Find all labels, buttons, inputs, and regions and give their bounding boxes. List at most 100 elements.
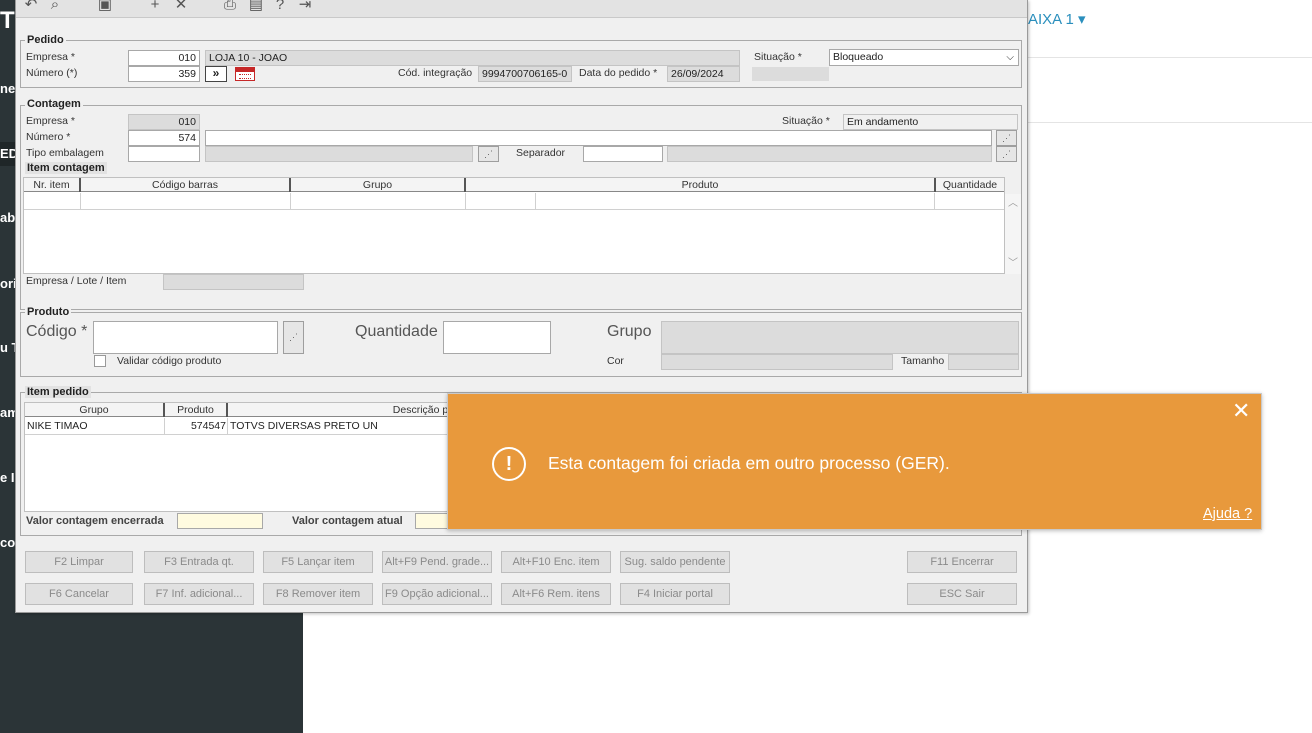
divider xyxy=(1028,122,1312,123)
item-contagem-legend: Item contagem xyxy=(25,162,107,174)
f2-limpar-button[interactable]: F2 Limpar xyxy=(25,551,133,573)
contagem-numero-input[interactable]: 574 xyxy=(128,130,200,146)
empresa-lote-item-value xyxy=(163,274,304,290)
pedido-situacao-select[interactable]: Bloqueado ⌵ xyxy=(829,49,1019,66)
background-logo: T xyxy=(0,7,15,34)
divider xyxy=(1028,57,1312,58)
close-icon[interactable]: ✕ xyxy=(172,0,190,14)
calendar-icon[interactable] xyxy=(235,67,255,81)
valor-encerrada-value xyxy=(177,513,263,529)
column-header[interactable]: Grupo xyxy=(291,178,466,192)
codigo-input[interactable] xyxy=(93,321,278,354)
column-header[interactable]: Produto xyxy=(466,178,936,192)
separador-label: Separador xyxy=(516,147,566,159)
add-icon[interactable]: + xyxy=(146,0,164,14)
pedido-empresa-name: LOJA 10 - JOAO xyxy=(205,50,740,66)
undo-icon[interactable]: ↶ xyxy=(22,0,40,14)
exit-icon[interactable]: ⇥ xyxy=(296,0,314,14)
status-indicator xyxy=(752,67,829,81)
item-contagem-grid: Nr. item Código barras Grupo Produto Qua… xyxy=(23,177,1021,274)
pedido-legend: Pedido xyxy=(25,34,66,46)
save-icon[interactable]: ▣ xyxy=(96,0,114,14)
f9-opcao-adicional-button[interactable]: F9 Opção adicional... xyxy=(382,583,492,605)
background-sidebar-item[interactable]: ab xyxy=(0,206,16,230)
item-pedido-header: Grupo Produto Descrição produto xyxy=(25,403,448,417)
empresa-lote-item-label: Empresa / Lote / Item xyxy=(26,275,127,287)
lookup-button[interactable]: ⋰ xyxy=(996,130,1017,146)
f7-inf-adicional-button[interactable]: F7 Inf. adicional... xyxy=(144,583,254,605)
tipo-embalagem-lookup-button[interactable]: ⋰ xyxy=(478,146,499,162)
background-sidebar-item[interactable]: u T xyxy=(0,336,16,360)
item-pedido-legend: Item pedido xyxy=(25,386,91,398)
contagem-situacao-label: Situação * xyxy=(782,115,830,127)
contagem-situacao-value: Em andamento xyxy=(843,114,1018,130)
separador-lookup-button[interactable]: ⋰ xyxy=(996,146,1017,162)
scroll-down-icon[interactable]: ﹀ xyxy=(1008,254,1018,269)
tipo-embalagem-input[interactable] xyxy=(128,146,200,162)
pedido-empresa-input[interactable]: 010 xyxy=(128,50,200,66)
background-sidebar-item[interactable]: ED xyxy=(0,142,16,166)
toast-message: Esta contagem foi criada em outro proces… xyxy=(548,453,950,473)
valor-encerrada-label: Valor contagem encerrada xyxy=(26,515,164,527)
f11-encerrar-button[interactable]: F11 Encerrar xyxy=(907,551,1017,573)
help-icon[interactable]: ? xyxy=(271,0,289,14)
item-contagem-header: Nr. item Código barras Grupo Produto Qua… xyxy=(24,178,1004,192)
background-sidebar-item[interactable]: ne xyxy=(0,77,16,101)
tamanho-label: Tamanho xyxy=(901,355,945,367)
codigo-label: Código * xyxy=(26,323,88,340)
background-sidebar-item[interactable]: ori xyxy=(0,272,16,296)
warning-toast: ! Esta contagem foi criada em outro proc… xyxy=(447,393,1262,530)
sug-saldo-button[interactable]: Sug. saldo pendente xyxy=(620,551,730,573)
cod-integracao-value: 9994700706165-0 xyxy=(478,66,572,82)
background-sidebar-item[interactable]: co xyxy=(0,531,16,555)
column-header[interactable]: Produto xyxy=(165,403,228,417)
row-produto: 574547 xyxy=(190,420,226,432)
validar-checkbox[interactable] xyxy=(94,355,106,367)
f6-cancelar-button[interactable]: F6 Cancelar xyxy=(25,583,133,605)
scrollbar[interactable]: ︿ ﹀ xyxy=(1005,194,1021,274)
toolbar: ↶ ⌕ ▣ + ✕ ⎙ ▤ ? ⇥ xyxy=(16,0,1027,18)
row-descricao: TOTVS DIVERSAS PRETO UN xyxy=(230,420,378,432)
f8-remover-button[interactable]: F8 Remover item xyxy=(263,583,373,605)
alt-f10-enc-item-button[interactable]: Alt+F10 Enc. item xyxy=(501,551,611,573)
column-header[interactable]: Descrição produto xyxy=(228,403,448,417)
close-icon[interactable]: ✕ xyxy=(1232,400,1250,422)
codigo-lookup-button[interactable]: ⋰ xyxy=(283,321,304,354)
row-grupo: NIKE TIMAO xyxy=(27,420,88,432)
background-sidebar-item[interactable]: am xyxy=(0,401,16,425)
separador-input[interactable] xyxy=(583,146,663,162)
column-header[interactable]: Nr. item xyxy=(24,178,81,192)
warning-icon: ! xyxy=(492,447,526,481)
alt-f9-pend-grade-button[interactable]: Alt+F9 Pend. grade... xyxy=(382,551,492,573)
column-header[interactable]: Quantidade xyxy=(936,178,1004,192)
table-row[interactable] xyxy=(24,193,1004,210)
scroll-up-icon[interactable]: ︿ xyxy=(1008,194,1018,209)
help-link[interactable]: Ajuda ? xyxy=(1203,506,1252,522)
column-header[interactable]: Código barras xyxy=(81,178,291,192)
caixa-dropdown-link[interactable]: AIXA 1 ▾ xyxy=(1028,10,1086,28)
pedido-situacao-value: Bloqueado xyxy=(833,51,884,63)
contagem-numero-label: Número * xyxy=(26,131,71,143)
alt-f6-rem-itens-button[interactable]: Alt+F6 Rem. itens xyxy=(501,583,611,605)
pedido-numero-label: Número (*) xyxy=(26,67,78,79)
f5-lancar-button[interactable]: F5 Lançar item xyxy=(263,551,373,573)
pedido-numero-input[interactable]: 359 xyxy=(128,66,200,82)
contagem-description-input[interactable] xyxy=(205,130,992,146)
search-icon[interactable]: ⌕ xyxy=(46,0,64,14)
table-row[interactable]: NIKE TIMAO 574547 TOTVS DIVERSAS PRETO U… xyxy=(25,418,448,435)
f3-entrada-button[interactable]: F3 Entrada qt. xyxy=(144,551,254,573)
column-header[interactable]: Grupo xyxy=(25,403,165,417)
archive-icon[interactable]: ▤ xyxy=(247,0,265,14)
cor-value xyxy=(661,354,893,370)
quantidade-input[interactable] xyxy=(443,321,551,354)
tipo-embalagem-label: Tipo embalagem xyxy=(26,147,104,159)
f4-iniciar-portal-button[interactable]: F4 Iniciar portal xyxy=(620,583,730,605)
esc-sair-button[interactable]: ESC Sair xyxy=(907,583,1017,605)
valor-atual-label: Valor contagem atual xyxy=(292,515,403,527)
background-sidebar-item[interactable]: e I xyxy=(0,466,16,490)
item-pedido-grid: Grupo Produto Descrição produto NIKE TIM… xyxy=(24,402,449,512)
grupo-value xyxy=(661,321,1019,354)
next-pedido-button[interactable]: » xyxy=(205,66,227,82)
print-icon[interactable]: ⎙ xyxy=(221,0,239,14)
valor-atual-value xyxy=(415,513,449,529)
